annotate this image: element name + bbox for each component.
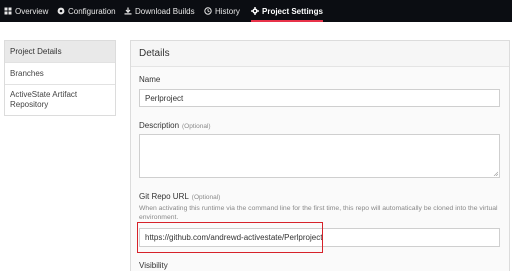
- nav-tab-configuration[interactable]: Configuration: [57, 0, 116, 22]
- sidebar-item-label: Branches: [10, 68, 44, 78]
- nav-tab-label: Project Settings: [262, 6, 323, 16]
- sidebar-item-artifact-repository[interactable]: ActiveState Artifact Repository: [5, 85, 115, 115]
- description-label: Description (Optional): [139, 121, 211, 130]
- description-optional-hint: (Optional): [182, 123, 211, 130]
- visibility-label: Visibility: [139, 261, 168, 270]
- active-tab-underline: [251, 20, 323, 22]
- name-input-value: Perlproject: [145, 93, 184, 103]
- nav-tab-history[interactable]: History: [204, 0, 240, 22]
- top-nav-bar: Overview Configuration Download Builds H…: [0, 0, 512, 22]
- sidebar-item-label: Project Details: [10, 46, 62, 56]
- repo-url-highlight-box: [137, 222, 323, 253]
- git-repo-url-help-text: When activating this runtime via the com…: [139, 205, 498, 221]
- nav-tab-label: Download Builds: [135, 6, 195, 16]
- nav-tab-label: Configuration: [68, 6, 116, 16]
- settings-sidebar: Project Details Branches ActiveState Art…: [4, 40, 116, 116]
- sidebar-item-branches[interactable]: Branches: [5, 63, 115, 84]
- sidebar-item-label: ActiveState Artifact Repository: [10, 90, 78, 109]
- nav-tab-label: History: [215, 6, 240, 16]
- description-textarea[interactable]: [139, 134, 500, 178]
- settings-icon: [57, 7, 65, 15]
- name-label: Name: [139, 75, 161, 84]
- description-label-text: Description: [139, 121, 180, 130]
- sidebar-item-project-details[interactable]: Project Details: [5, 41, 115, 62]
- nav-tab-label: Overview: [15, 6, 49, 16]
- nav-tab-download-builds[interactable]: Download Builds: [124, 0, 195, 22]
- git-repo-url-label: Git Repo URL (Optional): [139, 192, 220, 201]
- resize-handle-icon[interactable]: [493, 171, 498, 176]
- git-repo-url-optional-hint: (Optional): [191, 194, 221, 201]
- nav-tab-project-settings[interactable]: Project Settings: [251, 0, 323, 22]
- panel-title: Details: [139, 48, 170, 59]
- gear-icon: [251, 7, 259, 15]
- panel-header: Details: [131, 41, 509, 67]
- grid-icon: [4, 7, 12, 15]
- download-icon: [124, 7, 132, 15]
- history-icon: [204, 7, 212, 15]
- git-repo-url-label-text: Git Repo URL: [139, 192, 189, 201]
- nav-tab-overview[interactable]: Overview: [4, 0, 48, 22]
- name-input[interactable]: Perlproject: [139, 89, 500, 107]
